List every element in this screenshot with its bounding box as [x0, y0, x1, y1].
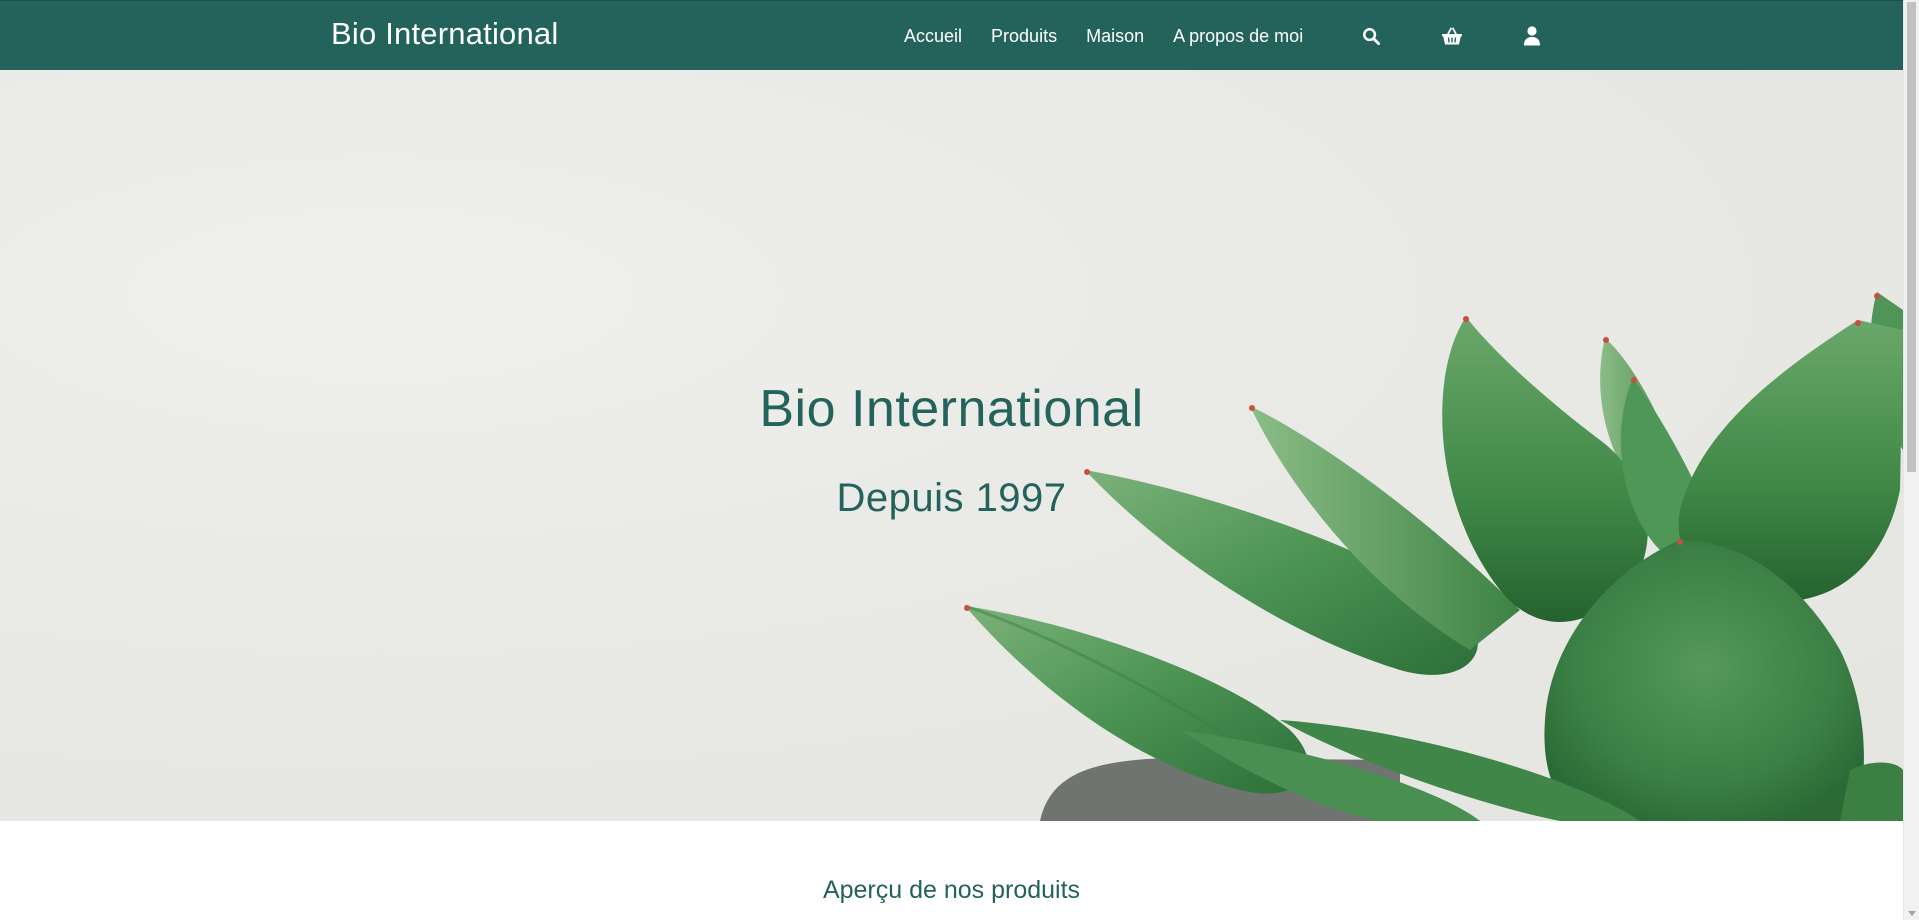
scrollbar-thumb[interactable] [1907, 2, 1916, 472]
site-logo[interactable]: Bio International [331, 15, 558, 53]
nav-item-maison[interactable]: Maison [1086, 23, 1144, 49]
main-nav: Accueil Produits Maison A propos de moi [904, 23, 1332, 49]
nav-item-produits[interactable]: Produits [991, 23, 1057, 49]
hero-title: Bio International [759, 380, 1144, 438]
scroll-down-arrow-icon[interactable] [1908, 911, 1916, 916]
nav-item-accueil[interactable]: Accueil [904, 23, 962, 49]
page-scrollbar[interactable] [1903, 0, 1919, 920]
hero-subtitle: Depuis 1997 [836, 476, 1067, 520]
succulent-plant-image [964, 292, 1903, 821]
nav-item-a-propos[interactable]: A propos de moi [1173, 23, 1303, 49]
top-navbar: Bio International Accueil Produits Maiso… [0, 0, 1903, 70]
hero-banner: Bio International Depuis 1997 [0, 70, 1903, 821]
search-icon[interactable] [1358, 23, 1384, 49]
user-icon[interactable] [1519, 23, 1545, 49]
page: Bio International Accueil Produits Maiso… [0, 0, 1919, 920]
products-preview-heading: Aperçu de nos produits [822, 876, 1081, 904]
basket-icon[interactable] [1439, 23, 1465, 49]
